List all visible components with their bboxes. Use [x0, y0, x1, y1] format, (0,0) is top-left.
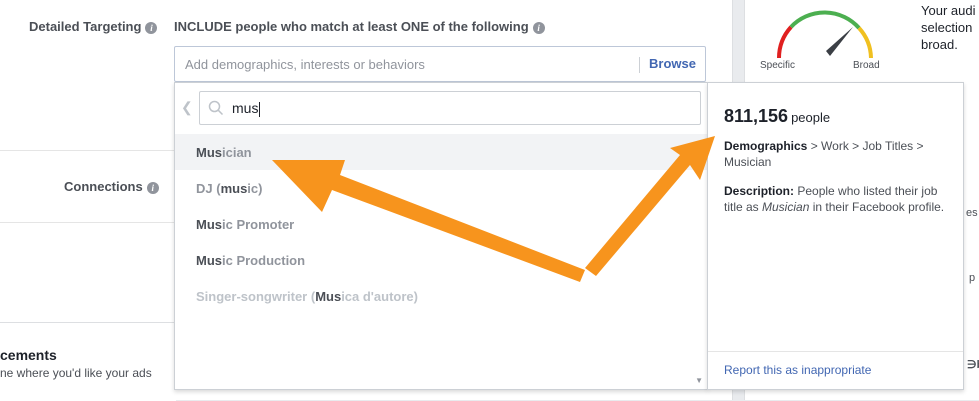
- info-icon[interactable]: i: [145, 21, 158, 34]
- gauge-label-broad: Broad: [853, 60, 880, 71]
- category-description: Description: People who listed their job…: [724, 183, 950, 215]
- search-icon: [208, 100, 224, 116]
- connections-label: Connections i: [64, 179, 159, 194]
- suggestion-post: ician: [222, 145, 252, 160]
- row-divider: [0, 150, 174, 151]
- search-value-text: mus: [232, 100, 259, 116]
- edge-fragment: p: [969, 272, 976, 284]
- placements-subtitle: ne where you'd like your ads: [0, 366, 152, 380]
- text-caret: [259, 101, 261, 117]
- placements-title: cements: [0, 347, 57, 363]
- report-link[interactable]: Report this as inappropriate: [724, 363, 871, 377]
- suggestion-item[interactable]: Musician: [175, 134, 707, 170]
- description-text: in their Facebook profile.: [809, 200, 945, 214]
- placements-section: cements ne where you'd like your ads: [0, 322, 176, 401]
- detailed-targeting-input[interactable]: Add demographics, interests or behaviors…: [174, 46, 706, 82]
- suggestion-post: ic Promoter: [222, 217, 295, 232]
- suggestion-dropdown: ❮ mus Musician DJ (music) Music Promoter…: [174, 82, 708, 390]
- suggestion-post: ica d'autore): [341, 289, 418, 304]
- targeting-info-card: 811,156 people Demographics > Work > Job …: [707, 82, 964, 390]
- suggestion-post: ic): [247, 181, 263, 196]
- audience-gauge: [777, 10, 873, 59]
- gauge-segment-broad: [857, 26, 873, 59]
- connections-label-text: Connections: [64, 179, 143, 194]
- description-emphasis: Musician: [762, 200, 810, 214]
- audience-size-value: 811,156: [724, 106, 789, 126]
- gauge-needle: [826, 27, 853, 56]
- edge-fragment: ∋b: [967, 359, 979, 371]
- suggestion-match: Mus: [196, 253, 222, 268]
- suggestion-item[interactable]: Music Production: [175, 242, 707, 278]
- edge-fragment: es: [966, 207, 978, 219]
- browse-separator: [639, 57, 640, 73]
- category-path-root: Demographics: [724, 139, 808, 153]
- suggestion-item[interactable]: DJ (music): [175, 170, 707, 206]
- suggestion-match: Mus: [196, 145, 222, 160]
- info-icon[interactable]: i: [532, 21, 545, 34]
- chevron-left-icon[interactable]: ❮: [181, 99, 193, 116]
- gauge-label-specific: Specific: [760, 60, 796, 71]
- search-input[interactable]: mus: [199, 91, 701, 125]
- detailed-targeting-label: Detailed Targeting i: [29, 19, 158, 34]
- include-description-text: INCLUDE people who match at least ONE of…: [174, 19, 529, 34]
- audience-size: 811,156 people: [724, 106, 830, 127]
- targeting-placeholder: Add demographics, interests or behaviors: [185, 57, 425, 72]
- suggestion-item[interactable]: Music Promoter: [175, 206, 707, 242]
- suggestion-post: ic Production: [222, 253, 306, 268]
- suggestion-pre: Singer-songwriter (: [196, 289, 316, 304]
- info-icon[interactable]: i: [146, 181, 159, 194]
- detailed-targeting-label-text: Detailed Targeting: [29, 19, 142, 34]
- suggestion-item[interactable]: Singer-songwriter (Musica d'autore): [175, 278, 707, 314]
- gauge-segment-specific: [777, 25, 793, 59]
- suggestion-match: mus: [220, 181, 248, 196]
- audience-size-unit: people: [791, 110, 831, 125]
- search-value: mus: [232, 100, 261, 117]
- suggestion-match: Mus: [315, 289, 342, 304]
- suggestion-match: Mus: [196, 217, 222, 232]
- audience-definition-text: Your audi selection broad.: [921, 3, 976, 52]
- gauge-segment-mid: [789, 10, 861, 30]
- browse-button[interactable]: Browse: [649, 56, 696, 71]
- description-label: Description:: [724, 184, 795, 198]
- include-description: INCLUDE people who match at least ONE of…: [174, 19, 545, 34]
- card-divider: [708, 351, 963, 352]
- category-path: Demographics > Work > Job Titles > Music…: [724, 138, 950, 170]
- row-divider: [0, 222, 174, 223]
- suggestion-pre: DJ (: [196, 181, 221, 196]
- scroll-down-icon[interactable]: ▼: [695, 376, 703, 385]
